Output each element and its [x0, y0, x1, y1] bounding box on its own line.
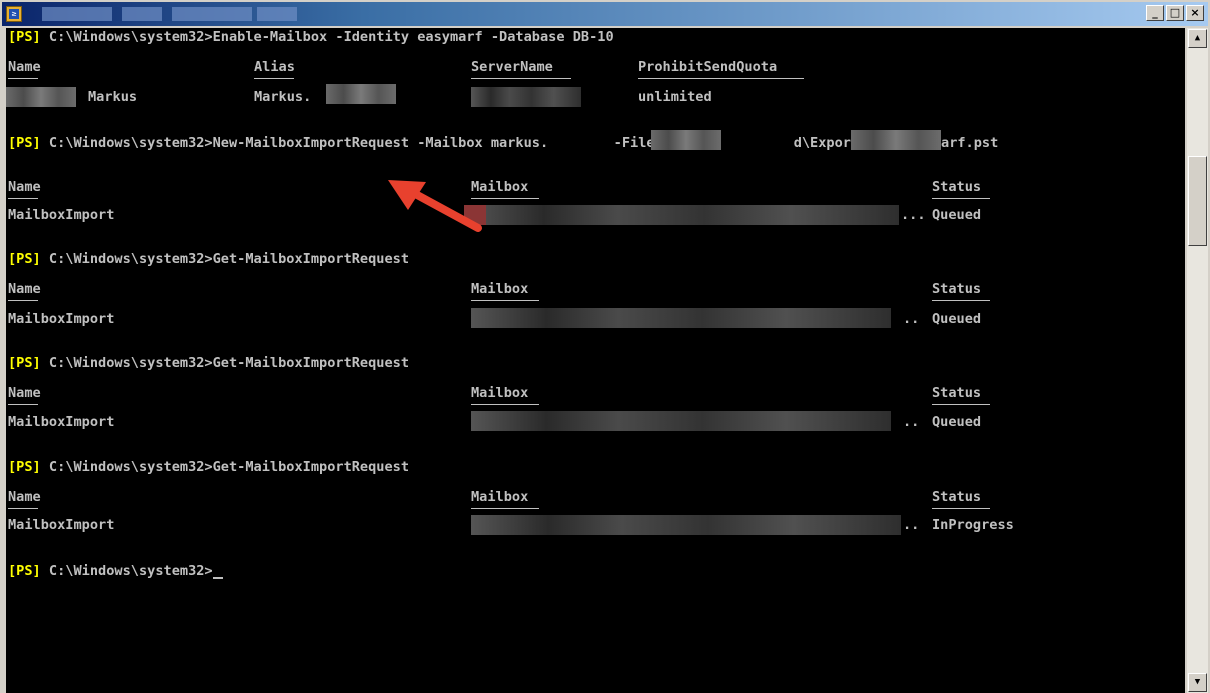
vertical-scrollbar[interactable]: ▲ ▼	[1187, 28, 1208, 693]
cell-ellipsis: ..	[903, 311, 920, 327]
cell-status: Queued	[932, 207, 982, 223]
header-underline	[932, 508, 990, 509]
command-text: C:\Windows\system32>Get-MailboxImportReq…	[40, 251, 410, 267]
header-underline	[932, 300, 990, 301]
cell-ellipsis: ..	[903, 414, 920, 430]
redacted-filepath	[851, 130, 941, 150]
cell-ellipsis: ..	[903, 517, 920, 533]
cell-name: MailboxImport	[8, 414, 115, 430]
ps-prompt-tag: [PS]	[8, 29, 41, 45]
red-arrow-icon	[388, 180, 482, 232]
col-header-servername: ServerName	[471, 59, 553, 75]
redacted-mailbox	[471, 411, 891, 431]
blurred-title	[172, 7, 252, 21]
header-underline	[638, 78, 804, 79]
cell-status: Queued	[932, 311, 982, 327]
scroll-down-button[interactable]: ▼	[1188, 673, 1207, 692]
cell-ellipsis: ...	[901, 207, 926, 223]
ps-prompt-tag: [PS]	[8, 563, 41, 579]
redacted-alias	[326, 84, 396, 104]
redacted-mailbox	[651, 130, 721, 150]
scroll-up-button[interactable]: ▲	[1188, 29, 1207, 48]
header-underline	[8, 508, 38, 509]
col-header-mailbox: Mailbox	[471, 281, 529, 297]
powershell-app-icon[interactable]: ≥	[6, 6, 22, 22]
command-line: [PS] C:\Windows\system32>New-MailboxImpo…	[8, 134, 998, 152]
minimize-button[interactable]: _	[1146, 5, 1164, 21]
col-header-mailbox: Mailbox	[471, 489, 529, 505]
command-line: [PS] C:\Windows\system32>Enable-Mailbox …	[8, 28, 614, 46]
console-window: ≥ _ □ × [PS] C:\Windows\system32>Enable-…	[0, 0, 1210, 693]
text-cursor	[212, 577, 223, 579]
redacted-mailbox	[471, 308, 891, 328]
close-button[interactable]: ×	[1186, 5, 1204, 21]
cell-name: Markus	[88, 89, 138, 105]
command-text: C:\Windows\system32>Get-MailboxImportReq…	[40, 355, 410, 371]
header-underline	[254, 78, 294, 79]
col-header-mailbox: Mailbox	[471, 385, 529, 401]
header-underline	[471, 78, 571, 79]
header-underline	[932, 198, 990, 199]
ps-prompt-tag: [PS]	[8, 459, 41, 475]
redacted-name	[6, 87, 76, 107]
col-header-name: Name	[8, 59, 41, 75]
col-header-status: Status	[932, 179, 982, 195]
header-underline	[471, 300, 539, 301]
command-line: [PS] C:\Windows\system32>Get-MailboxImpo…	[8, 354, 409, 372]
cell-status: Queued	[932, 414, 982, 430]
col-header-alias: Alias	[254, 59, 295, 75]
header-underline	[471, 508, 539, 509]
cell-status: InProgress	[932, 517, 1014, 533]
header-underline	[932, 404, 990, 405]
col-header-status: Status	[932, 385, 982, 401]
col-header-status: Status	[932, 281, 982, 297]
ps-prompt-tag: [PS]	[8, 251, 41, 267]
ps-prompt-tag: [PS]	[8, 135, 41, 151]
blurred-title	[257, 7, 297, 21]
redacted-servername	[471, 87, 581, 107]
col-header-name: Name	[8, 385, 41, 401]
cell-alias: Markus.	[254, 89, 312, 105]
command-line: [PS] C:\Windows\system32>Get-MailboxImpo…	[8, 458, 409, 476]
command-text: C:\Windows\system32>Get-MailboxImportReq…	[40, 459, 410, 475]
col-header-name: Name	[8, 179, 41, 195]
header-underline	[471, 404, 539, 405]
scroll-thumb[interactable]	[1188, 156, 1207, 246]
console-output[interactable]: [PS] C:\Windows\system32>Enable-Mailbox …	[6, 28, 1185, 693]
cell-name: MailboxImport	[8, 311, 115, 327]
col-header-name: Name	[8, 489, 41, 505]
col-header-prohibitsendquota: ProhibitSendQuota	[638, 59, 778, 75]
command-text: C:\Windows\system32>Enable-Mailbox -Iden…	[40, 29, 614, 45]
blurred-title	[42, 7, 112, 21]
col-header-status: Status	[932, 489, 982, 505]
header-underline	[8, 198, 38, 199]
redacted-mailbox	[466, 205, 899, 225]
ps-prompt-tag: [PS]	[8, 355, 41, 371]
col-header-name: Name	[8, 281, 41, 297]
command-text: C:\Windows\system32>	[40, 563, 213, 579]
blurred-title	[122, 7, 162, 21]
title-bar[interactable]: ≥ _ □ ×	[2, 2, 1208, 26]
header-underline	[8, 78, 38, 79]
command-line[interactable]: [PS] C:\Windows\system32>	[8, 562, 223, 580]
cell-name: MailboxImport	[8, 207, 115, 223]
header-underline	[8, 300, 38, 301]
maximize-button[interactable]: □	[1166, 5, 1184, 21]
header-underline	[8, 404, 38, 405]
cell-quota: unlimited	[638, 89, 712, 105]
redacted-mailbox	[471, 515, 901, 535]
command-line: [PS] C:\Windows\system32>Get-MailboxImpo…	[8, 250, 409, 268]
cell-name: MailboxImport	[8, 517, 115, 533]
